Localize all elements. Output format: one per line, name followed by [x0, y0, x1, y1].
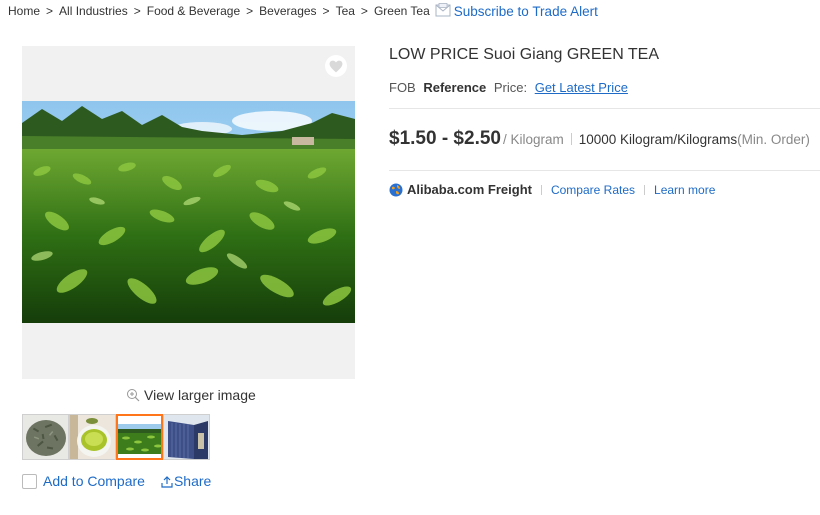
- separator: [540, 184, 542, 195]
- zoom-icon: [127, 389, 140, 402]
- share-button[interactable]: Share: [161, 473, 211, 489]
- breadcrumb-separator: >: [246, 4, 254, 18]
- breadcrumb-separator: >: [46, 4, 54, 18]
- freight-row: Alibaba.com Freight Compare Rates Learn …: [389, 182, 715, 197]
- separator: [570, 133, 572, 145]
- min-order-quantity: 10000 Kilogram/Kilograms: [578, 132, 738, 147]
- compare-checkbox[interactable]: [22, 473, 37, 489]
- subscribe-trade-alert-link[interactable]: Subscribe to Trade Alert: [454, 4, 598, 19]
- heart-icon: [329, 60, 343, 72]
- thumbnail-tea-cup[interactable]: [69, 414, 116, 460]
- breadcrumb-separator: >: [360, 4, 368, 18]
- view-larger-image-link[interactable]: View larger image: [126, 387, 256, 403]
- min-order-note: (Min. Order): [737, 132, 810, 147]
- get-latest-price-link[interactable]: Get Latest Price: [535, 80, 628, 95]
- fob-label: FOB: [389, 80, 416, 95]
- add-to-compare-link[interactable]: Add to Compare: [43, 473, 145, 489]
- divider: [389, 170, 820, 171]
- breadcrumb-home[interactable]: Home: [8, 4, 40, 18]
- price-row: $1.50 - $2.50 / Kilogram 10000 Kilogram/…: [389, 128, 810, 150]
- breadcrumb-green-tea[interactable]: Green Tea: [374, 4, 430, 18]
- thumbnail-container[interactable]: [163, 414, 210, 460]
- learn-more-link[interactable]: Learn more: [654, 183, 715, 197]
- share-icon: [161, 475, 173, 488]
- tea-plantation-photo: [22, 101, 355, 323]
- separator: [644, 184, 646, 195]
- breadcrumb-tea[interactable]: Tea: [336, 4, 355, 18]
- breadcrumb-separator: >: [322, 4, 330, 18]
- mail-icon[interactable]: [435, 3, 451, 17]
- gallery-actions: Add to Compare Share: [22, 473, 211, 489]
- reference-price-row: FOB Reference Price: Get Latest Price: [389, 80, 628, 95]
- thumbnail-plantation[interactable]: [116, 414, 163, 460]
- freight-service-name: Alibaba.com Freight: [407, 182, 532, 197]
- thumbnail-strip: [22, 414, 210, 460]
- breadcrumb-beverages[interactable]: Beverages: [259, 4, 316, 18]
- globe-icon: [389, 183, 403, 196]
- price-label: Price:: [493, 80, 528, 95]
- price-unit: / Kilogram: [502, 132, 564, 147]
- breadcrumb-food-beverage[interactable]: Food & Beverage: [147, 4, 240, 18]
- share-label: Share: [173, 473, 212, 489]
- product-title: LOW PRICE Suoi Giang GREEN TEA: [389, 46, 660, 63]
- divider: [389, 108, 820, 109]
- compare-rates-link[interactable]: Compare Rates: [551, 183, 635, 197]
- favorite-button[interactable]: [325, 55, 347, 77]
- main-product-image[interactable]: [22, 46, 355, 379]
- thumbnail-loose-leaves[interactable]: [22, 414, 69, 460]
- breadcrumb-all-industries[interactable]: All Industries: [59, 4, 128, 18]
- price-range: $1.50 - $2.50: [389, 128, 501, 149]
- breadcrumb-separator: >: [133, 4, 141, 18]
- breadcrumb: Home > All Industries > Food & Beverage …: [8, 2, 598, 20]
- reference-label: Reference: [423, 80, 487, 95]
- view-larger-label: View larger image: [144, 387, 256, 403]
